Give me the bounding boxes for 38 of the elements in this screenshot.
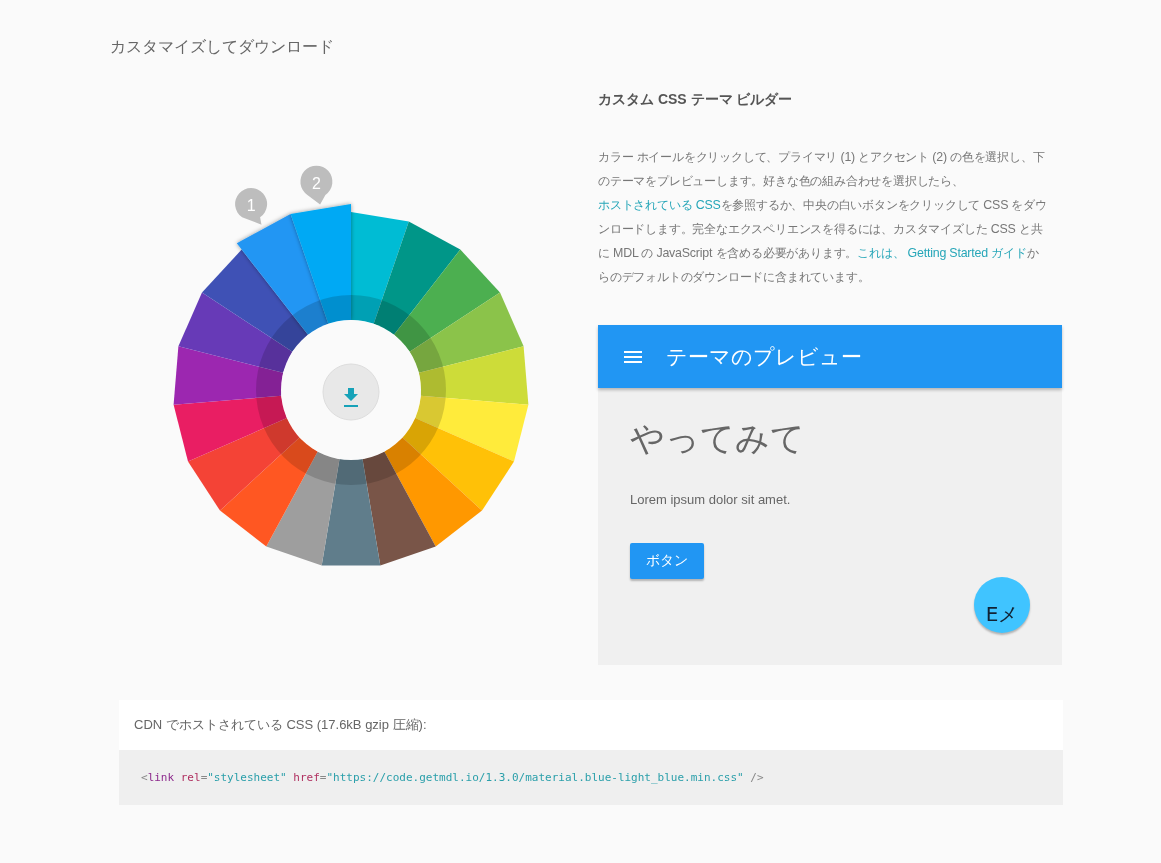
color-segment[interactable]: [236, 214, 329, 335]
color-segment[interactable]: [373, 221, 461, 335]
color-segment[interactable]: [384, 437, 482, 547]
color-segment[interactable]: [173, 395, 287, 462]
marker-pin: [300, 165, 333, 205]
cdn-label: CDN でホストされている CSS (17.6kB gzip 圧縮):: [134, 716, 427, 734]
color-segment[interactable]: [178, 292, 293, 373]
description-paragraph: カラー ホイールをクリックして、プライマリ (1) とアクセント (2) の色を選択し、下のテーマをプレビューします。好きな色の組み合わせを選択したら、 ホストされている CSSを参照するか、中央の白いボタンをクリックして CSS をダウンロードします。完全なエクスペリエンスを得るには、カスタマイズした CSS と共に MDL の JavaScript を含める必要があります。これは、 Getting Started ガイドからのデフォルトのダウンロードに含まれています。: [598, 149, 1048, 286]
menu-icon[interactable]: [624, 350, 642, 363]
color-segment[interactable]: [290, 204, 351, 324]
color-segment[interactable]: [351, 212, 409, 324]
marker-number: 1: [246, 197, 256, 215]
fab-button[interactable]: Eメ: [974, 577, 1030, 633]
download-button[interactable]: [322, 363, 380, 421]
preview-title: テーマのプレビュー: [666, 343, 862, 370]
code-line: <link rel="stylesheet" href="https://code.getmdl.io/1.3.0/material.blue-light_blue.min.css" />: [141, 771, 764, 784]
download-icon: [344, 388, 358, 407]
color-segment[interactable]: [409, 292, 524, 373]
text-link[interactable]: ホストされている CSS: [598, 198, 721, 212]
color-segment[interactable]: [188, 418, 300, 511]
color-segment[interactable]: [202, 249, 308, 352]
page-title: カスタマイズしてダウンロード: [110, 37, 335, 57]
color-segment[interactable]: [362, 451, 436, 566]
preview-heading: やってみて: [630, 418, 806, 459]
preview-body-text: Lorem ipsum dolor sit amet.: [630, 492, 792, 507]
color-segment[interactable]: [394, 249, 500, 352]
color-segment[interactable]: [173, 346, 284, 405]
builder-title: カスタム CSS テーマ ビルダー: [598, 91, 794, 109]
color-segment[interactable]: [321, 459, 381, 566]
preview-button[interactable]: ボタン: [630, 543, 704, 579]
color-segment[interactable]: [266, 451, 340, 566]
color-segment[interactable]: [415, 395, 529, 462]
marker-number: 2: [311, 174, 321, 192]
marker-pin: [235, 188, 268, 225]
color-segment[interactable]: [402, 418, 514, 511]
color-segment[interactable]: [418, 346, 529, 405]
color-segment[interactable]: [220, 437, 318, 547]
text-link[interactable]: これは、 Getting Started ガイド: [857, 246, 1027, 260]
